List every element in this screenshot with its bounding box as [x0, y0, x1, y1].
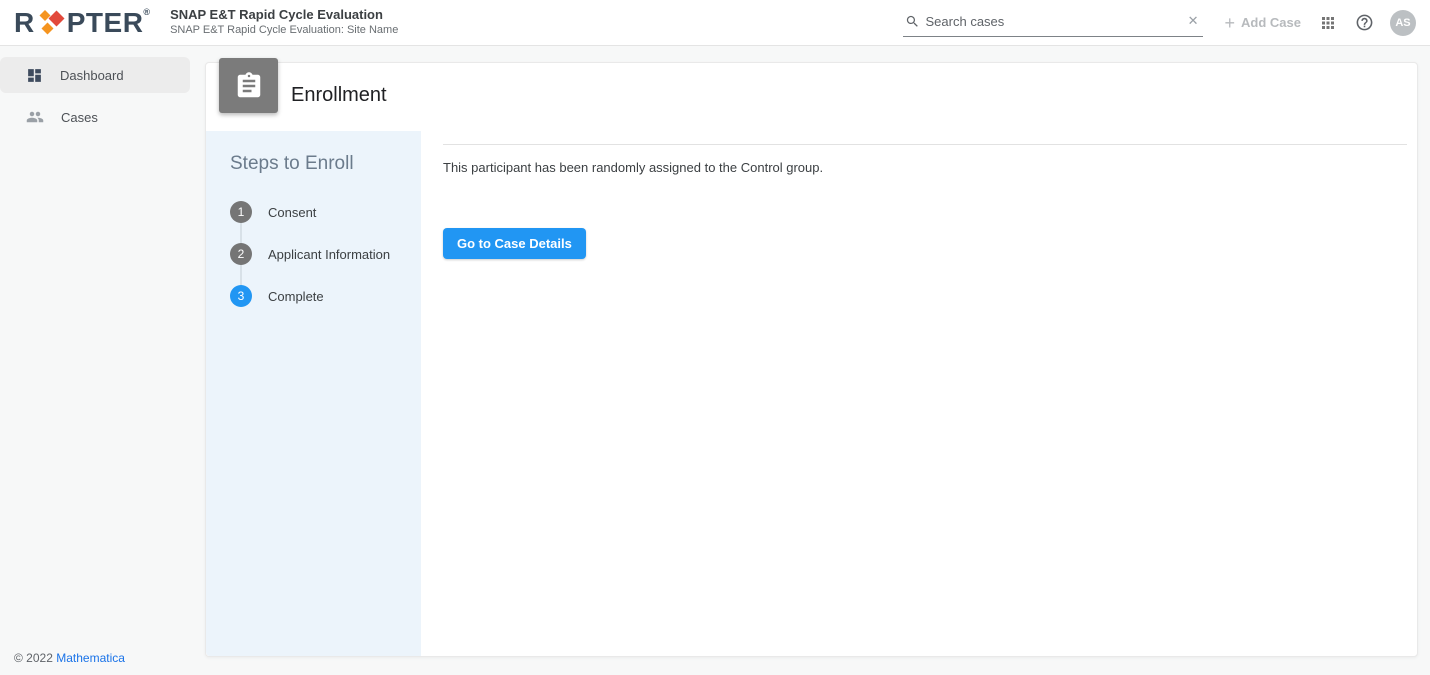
people-icon — [26, 111, 44, 123]
mathematica-link[interactable]: Mathematica — [56, 651, 125, 665]
dashboard-icon — [28, 68, 41, 82]
sidebar-item-label: Dashboard — [60, 67, 124, 83]
card-header: Enrollment — [206, 63, 1417, 131]
step-label: Consent — [268, 204, 317, 220]
logo-text-pter: PTER — [66, 6, 144, 38]
step-complete[interactable]: 3 Complete — [230, 285, 405, 307]
copyright-text: © 2022 — [14, 651, 53, 665]
search-icon — [906, 15, 918, 27]
enrollment-card: Enrollment Steps to Enroll 1 Consent 2 A… — [205, 58, 1418, 657]
step-number-badge: 1 — [230, 201, 252, 223]
step-label: Complete — [268, 288, 324, 304]
apps-grid-button[interactable] — [1319, 14, 1337, 32]
app-subtitle: SNAP E&T Rapid Cycle Evaluation: Site Na… — [170, 24, 399, 37]
diamond-logo-icon — [36, 8, 66, 40]
steps-panel: Steps to Enroll 1 Consent 2 Applicant In… — [206, 131, 421, 656]
content-divider — [443, 144, 1407, 145]
sidebar-item-label: Cases — [61, 109, 98, 125]
step-content: This participant has been randomly assig… — [421, 131, 1417, 656]
steps-list: 1 Consent 2 Applicant Information 3 Comp… — [230, 201, 405, 307]
page-badge — [219, 58, 278, 113]
go-to-case-details-button[interactable]: Go to Case Details — [443, 228, 586, 259]
step-number-badge: 2 — [230, 243, 252, 265]
page-title: Enrollment — [291, 84, 387, 106]
app-title-block: SNAP E&T Rapid Cycle Evaluation SNAP E&T… — [170, 7, 398, 38]
add-case-label: Add Case — [1241, 15, 1301, 30]
step-consent[interactable]: 1 Consent — [230, 201, 405, 223]
top-header: R PTER ® SNAP E&T Rapid Cycle Evaluation… — [0, 0, 1430, 46]
clipboard-icon — [237, 71, 260, 97]
registered-trademark: ® — [143, 6, 151, 17]
search-box[interactable]: ✕ — [902, 9, 1203, 37]
steps-heading: Steps to Enroll — [230, 153, 354, 174]
logo-text-r: R — [14, 6, 35, 38]
help-icon — [1356, 14, 1373, 31]
card-body: Steps to Enroll 1 Consent 2 Applicant In… — [206, 131, 1417, 656]
copyright-footer: © 2022 Mathematica — [14, 651, 125, 665]
step-applicant-information[interactable]: 2 Applicant Information — [230, 243, 405, 265]
add-case-button[interactable]: + Add Case — [1225, 14, 1301, 32]
apps-grid-icon — [1322, 16, 1334, 29]
search-input[interactable] — [925, 13, 1180, 29]
app-title: SNAP E&T Rapid Cycle Evaluation — [170, 7, 383, 23]
sidebar: Dashboard Cases © 2022 Mathematica — [0, 46, 190, 675]
rapter-logo: R PTER ® — [14, 6, 150, 40]
help-button[interactable] — [1355, 13, 1374, 32]
plus-icon: + — [1224, 12, 1236, 33]
step-label: Applicant Information — [268, 246, 391, 262]
step-number-badge: 3 — [230, 285, 252, 307]
sidebar-item-cases[interactable]: Cases — [0, 99, 190, 135]
user-avatar[interactable]: AS — [1390, 9, 1416, 36]
search-clear-icon[interactable]: ✕ — [1186, 13, 1201, 29]
sidebar-item-dashboard[interactable]: Dashboard — [0, 57, 190, 93]
assignment-message: This participant has been randomly assig… — [443, 160, 824, 175]
